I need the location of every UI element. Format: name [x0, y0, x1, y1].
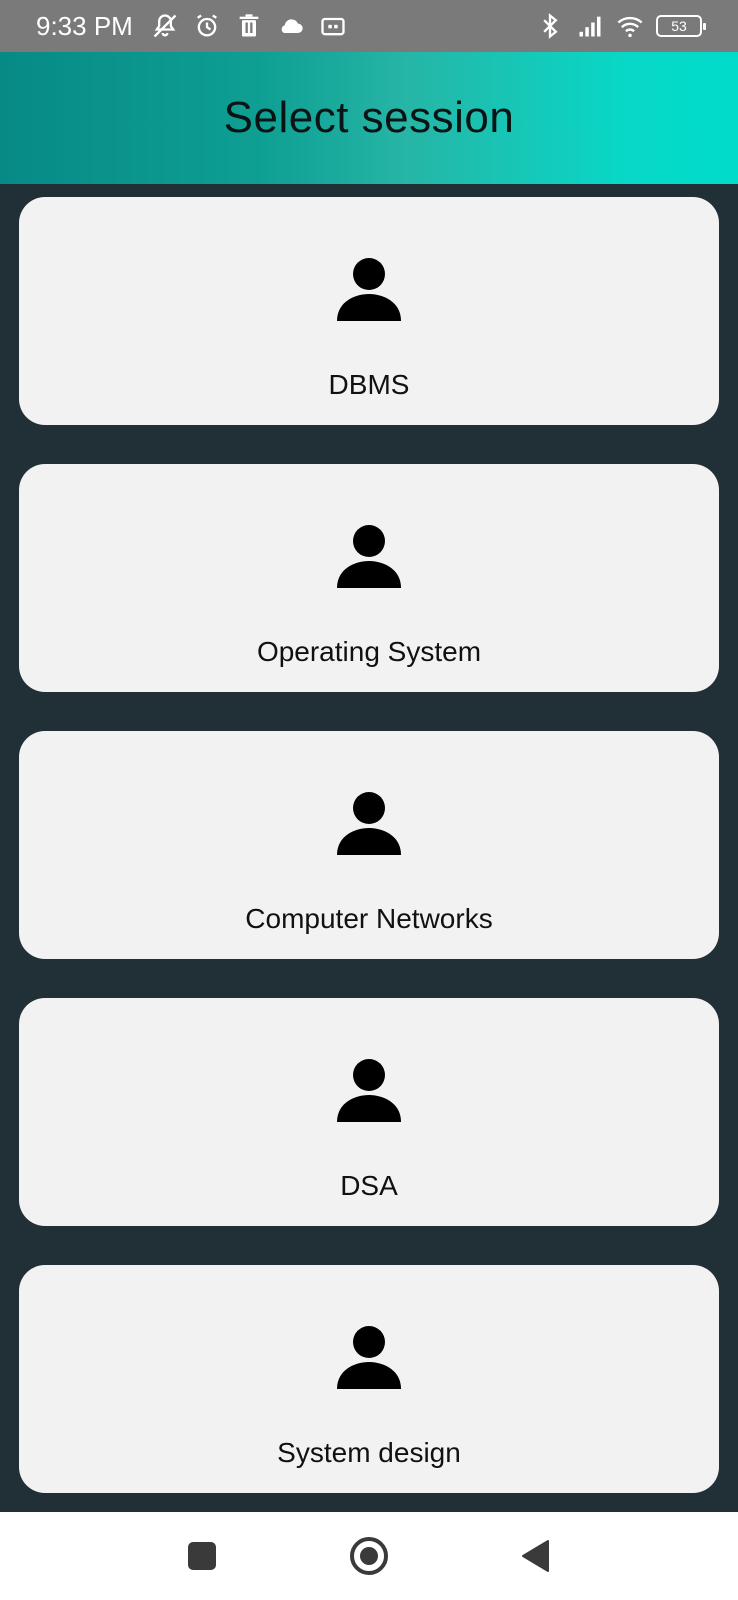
recents-icon[interactable] [172, 1526, 232, 1586]
session-label: Computer Networks [245, 903, 493, 934]
session-label: Operating System [256, 636, 482, 667]
person-icon [336, 1325, 402, 1391]
home-icon[interactable] [339, 1526, 399, 1586]
session-card-dbms[interactable]: DBMS [19, 197, 719, 425]
status-time: 9:33 PM [36, 10, 133, 41]
wifi-icon [616, 12, 644, 40]
session-list: DBMS Operating System Computer Networks … [19, 197, 719, 1493]
person-icon [336, 257, 402, 323]
status-left: 9:33 PM [36, 11, 347, 42]
cast-icon [319, 12, 347, 40]
alarm-icon [193, 12, 221, 40]
session-card-system-design[interactable]: System design [19, 1265, 719, 1493]
person-icon [336, 791, 402, 857]
signal-icon [576, 12, 604, 40]
bluetooth-icon [536, 12, 564, 40]
status-bar: 9:33 PM 53 [0, 0, 738, 52]
session-label: System design [277, 1437, 461, 1468]
session-card-computer-networks[interactable]: Computer Networks [19, 731, 719, 959]
person-icon [336, 1058, 402, 1124]
person-icon [336, 524, 402, 590]
session-card-dsa[interactable]: DSA [19, 998, 719, 1226]
muted-bell-icon [151, 12, 179, 40]
cloud-icon [277, 12, 305, 40]
session-label: DSA [340, 1170, 398, 1201]
battery-level: 53 [671, 18, 687, 34]
page-title: Select session [223, 93, 515, 142]
app-header: Select session [0, 52, 738, 184]
session-label: DBMS [328, 369, 410, 400]
trash-icon [235, 12, 263, 40]
session-card-operating-system[interactable]: Operating System [19, 464, 719, 692]
status-right: 53 [536, 12, 706, 40]
navigation-bar [0, 1512, 738, 1600]
battery-icon: 53 [656, 15, 706, 37]
back-icon[interactable] [505, 1526, 565, 1586]
